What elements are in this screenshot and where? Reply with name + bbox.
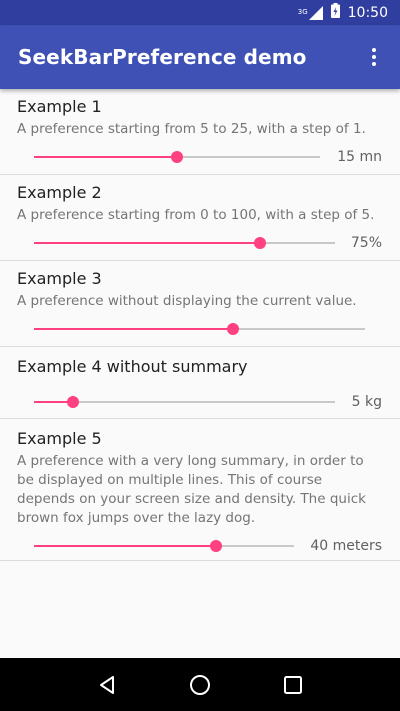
preference-summary: A preference starting from 0 to 100, wit… [17, 207, 375, 223]
seekbar-thumb[interactable] [210, 540, 222, 552]
seekbar-thumb[interactable] [171, 151, 183, 163]
preference-title: Example 2 [17, 183, 102, 202]
status-bar: 3G 10:50 [0, 0, 400, 25]
preference-title: Example 5 [17, 429, 102, 448]
seekbar-progress [34, 545, 216, 547]
recents-button[interactable] [273, 665, 313, 705]
seekbar-progress [34, 156, 177, 158]
preference-summary: A preference with a very long summary, i… [17, 453, 366, 526]
seekbar[interactable] [34, 387, 335, 417]
seekbar-value: 15 mn [337, 149, 382, 165]
preference-summary: A preference starting from 5 to 25, with… [17, 121, 366, 137]
preference-title: Example 1 [17, 97, 102, 116]
seekbar-progress [34, 328, 233, 330]
back-icon [99, 675, 114, 694]
seekbar-thumb[interactable] [253, 237, 266, 249]
preference-item[interactable]: Example 4 without summary 5 kg [0, 347, 400, 419]
clock: 10:50 [347, 4, 388, 21]
preference-item[interactable]: Example 1 A preference starting from 5 t… [0, 89, 400, 175]
seekbar-thumb[interactable] [226, 323, 239, 335]
seekbar[interactable] [34, 142, 320, 172]
app-bar: SeekBarPreference demo [0, 25, 400, 89]
app-title: SeekBarPreference demo [18, 45, 307, 69]
preference-list: Example 1 A preference starting from 5 t… [0, 89, 400, 561]
battery-icon [330, 3, 340, 22]
back-button[interactable] [87, 665, 127, 705]
preference-title: Example 4 without summary [17, 357, 248, 376]
seekbar[interactable] [34, 314, 365, 344]
preference-item[interactable]: Example 5 A preference with a very long … [0, 419, 400, 561]
signal-indicator: 3G [297, 5, 323, 20]
seekbar-progress [34, 242, 260, 244]
preference-item[interactable]: Example 2 A preference starting from 0 t… [0, 175, 400, 261]
seekbar-value: 75% [350, 235, 382, 251]
seekbar[interactable] [34, 531, 294, 561]
overflow-menu-icon[interactable] [362, 41, 386, 73]
network-type: 3G [297, 7, 308, 16]
preference-item[interactable]: Example 3 A preference without displayin… [0, 261, 400, 347]
recents-icon [284, 675, 303, 694]
seekbar-value: 5 kg [351, 394, 382, 410]
navigation-bar [0, 658, 400, 711]
preference-title: Example 3 [17, 269, 102, 288]
seekbar-track [34, 401, 335, 403]
home-icon [189, 674, 210, 695]
home-button[interactable] [180, 665, 220, 705]
seekbar-value: 40 meters [310, 538, 382, 554]
seekbar[interactable] [34, 228, 335, 258]
preference-summary: A preference without displaying the curr… [17, 293, 357, 309]
seekbar-thumb[interactable] [67, 396, 80, 408]
signal-icon [308, 5, 323, 20]
